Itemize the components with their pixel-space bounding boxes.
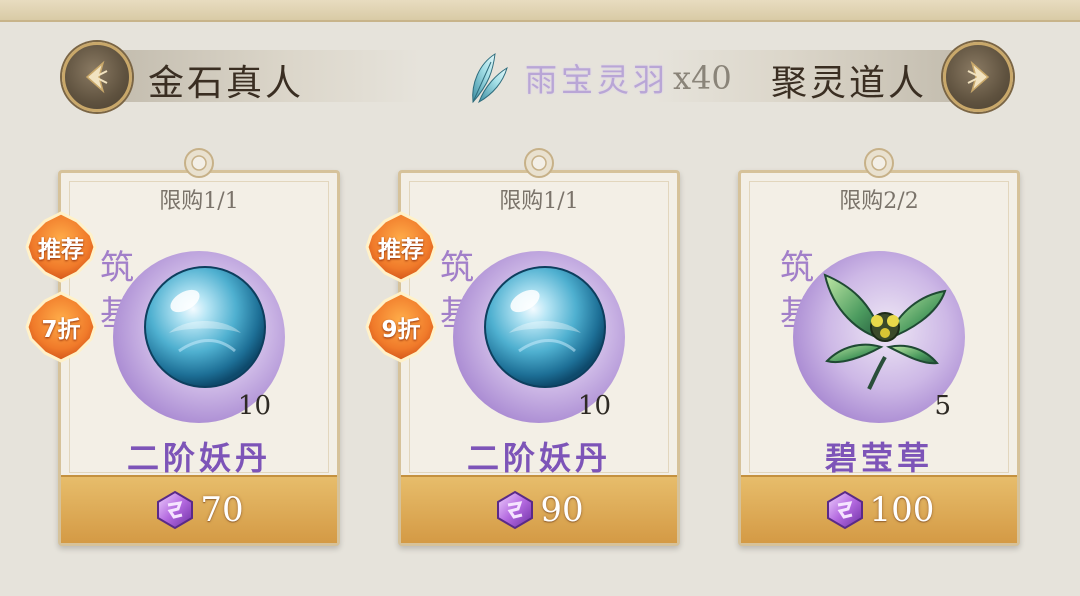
buy-button[interactable]: 90 — [401, 475, 677, 543]
discount-label: 9折 — [381, 317, 421, 343]
top-frame-strip — [0, 0, 1080, 22]
item-name: 碧莹草 — [824, 439, 933, 477]
discount-badge: 7折 — [25, 291, 97, 363]
item-price: 90 — [540, 490, 584, 530]
prev-vendor-label[interactable]: 金石真人 — [148, 54, 304, 106]
shop-nav-bar: 金石真人 雨宝灵羽 x40 聚灵道人 — [60, 40, 1015, 112]
currency-name: 雨宝灵羽 — [525, 61, 670, 99]
buy-button[interactable]: 70 — [61, 475, 337, 543]
crescent-ornament-icon — [524, 148, 554, 178]
next-vendor-button[interactable] — [943, 42, 1013, 112]
feather-icon — [472, 53, 508, 104]
discount-label: 7折 — [41, 317, 81, 343]
recommend-label: 推荐 — [38, 237, 84, 263]
shop-item-card[interactable]: 限购1/1 筑 基 10 二阶妖丹 90 推荐 9折 — [365, 148, 680, 546]
purchase-limit: 限购1/1 — [159, 189, 239, 214]
chevron-right-icon — [967, 60, 990, 94]
purchase-limit: 限购2/2 — [839, 189, 919, 214]
item-quantity: 10 — [577, 391, 611, 421]
currency-display: 雨宝灵羽 x40 — [465, 48, 732, 108]
purchase-limit: 限购1/1 — [499, 189, 579, 214]
green-leaf-herb-icon — [823, 273, 947, 390]
currency-count: x40 — [673, 59, 732, 97]
crescent-ornament-icon — [864, 148, 894, 178]
discount-badge: 9折 — [365, 291, 437, 363]
item-price: 70 — [200, 490, 244, 530]
shop-item-card[interactable]: 限购2/2 筑 基 5 碧莹草 100 — [738, 148, 1020, 546]
item-price: 100 — [869, 490, 935, 530]
item-name: 二阶妖丹 — [466, 439, 611, 477]
recommend-label: 推荐 — [378, 237, 424, 263]
prev-vendor-button[interactable] — [62, 42, 132, 112]
blue-orb-icon — [484, 266, 606, 388]
item-quantity: 10 — [237, 391, 271, 421]
recommend-badge: 推荐 — [25, 211, 97, 283]
buy-button[interactable]: 100 — [741, 475, 1017, 543]
shop-item-card[interactable]: 限购1/1 筑 基 10 二阶妖丹 70 推荐 7折 — [25, 148, 340, 546]
item-quantity: 5 — [934, 391, 951, 421]
chevron-left-icon — [85, 60, 108, 94]
recommend-badge: 推荐 — [365, 211, 437, 283]
crescent-ornament-icon — [184, 148, 214, 178]
blue-orb-icon — [144, 266, 266, 388]
item-name: 二阶妖丹 — [126, 439, 271, 477]
purple-gem-icon — [497, 490, 534, 530]
purple-gem-icon — [157, 490, 194, 530]
next-vendor-label[interactable]: 聚灵道人 — [771, 54, 927, 106]
purple-gem-icon — [826, 490, 863, 530]
